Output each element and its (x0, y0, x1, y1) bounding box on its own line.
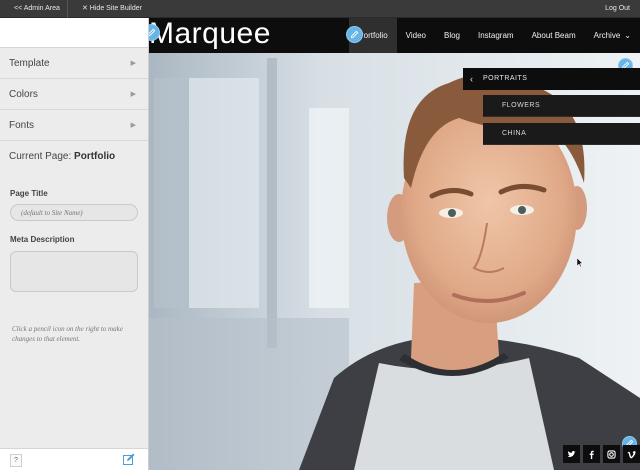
submenu-item-flowers[interactable]: FLOWERS (483, 95, 640, 117)
divider (67, 0, 68, 18)
panel-footer: ? (0, 448, 148, 470)
edit-icon[interactable] (123, 453, 135, 465)
facebook-icon[interactable] (583, 445, 600, 463)
submenu-portraits[interactable]: ‹ PORTRAITS (463, 68, 640, 90)
admin-top-bar: << Admin Area ✕ Hide Site Builder Log Ou… (0, 0, 640, 18)
nav-video[interactable]: Video (397, 18, 435, 53)
nav-blog[interactable]: Blog (435, 18, 469, 53)
meta-description-textarea[interactable] (10, 251, 138, 292)
logout-link[interactable]: Log Out (605, 0, 630, 18)
menu-colors[interactable]: Colors ▶ (0, 79, 148, 110)
site-builder-panel: Template ▶ Colors ▶ Fonts ▶ Current Page… (0, 18, 149, 470)
page-title-label: Page Title (10, 189, 48, 198)
chevron-right-icon: ▶ (130, 122, 136, 129)
current-page-name: Portfolio (74, 151, 116, 162)
chevron-right-icon: ▶ (130, 60, 136, 67)
twitter-icon[interactable] (563, 445, 580, 463)
panel-header (0, 18, 148, 48)
chevron-down-icon: ⌄ (624, 31, 631, 40)
menu-fonts[interactable]: Fonts ▶ (0, 110, 148, 141)
hide-site-builder-link[interactable]: ✕ Hide Site Builder (82, 0, 142, 18)
meta-description-label: Meta Description (10, 235, 75, 244)
site-title[interactable]: Marquee (149, 18, 271, 52)
nav-archive-label: Archive (593, 31, 621, 40)
chevron-left-icon: ‹ (470, 74, 474, 84)
current-page-prefix: Current Page: (9, 151, 72, 162)
menu-colors-label: Colors (9, 89, 38, 100)
admin-area-link[interactable]: << Admin Area (14, 0, 60, 18)
mouse-cursor-icon (577, 258, 583, 267)
submenu-item-china[interactable]: CHINA (483, 123, 640, 145)
vimeo-icon[interactable] (623, 445, 640, 463)
nav-archive[interactable]: Archive ⌄ (585, 18, 640, 53)
page-title-input[interactable] (10, 204, 138, 221)
instagram-icon[interactable] (603, 445, 620, 463)
social-links (563, 445, 640, 463)
menu-fonts-label: Fonts (9, 120, 35, 131)
menu-template-label: Template (9, 58, 50, 69)
nav-about-beam[interactable]: About Beam (523, 18, 585, 53)
site-preview: Marquee Portfolio Video Blog Instagram A… (149, 18, 640, 470)
site-header: Marquee Portfolio Video Blog Instagram A… (149, 18, 640, 53)
help-button[interactable]: ? (10, 454, 22, 467)
edit-nav-pencil-icon[interactable] (346, 26, 363, 43)
menu-template[interactable]: Template ▶ (0, 48, 148, 79)
submenu-title: PORTRAITS (483, 75, 528, 82)
site-nav: Portfolio Video Blog Instagram About Bea… (349, 18, 640, 53)
pencil-hint-text: Click a pencil icon on the right to make… (12, 325, 123, 343)
chevron-right-icon: ▶ (130, 91, 136, 98)
nav-instagram[interactable]: Instagram (469, 18, 523, 53)
current-page-heading: Current Page: Portfolio (0, 141, 148, 181)
